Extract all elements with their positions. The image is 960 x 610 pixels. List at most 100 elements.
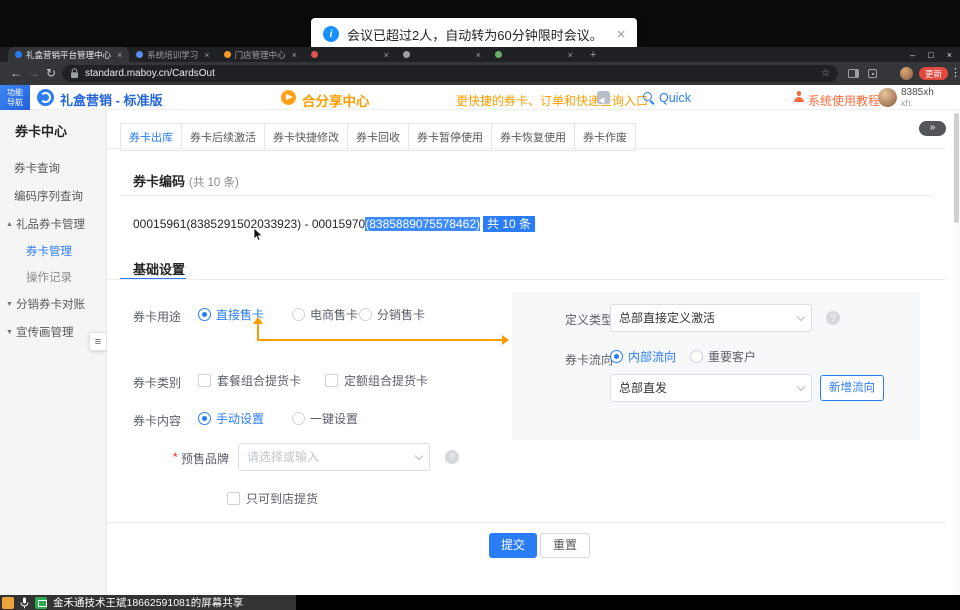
radio-icon [690,350,703,363]
user-avatar[interactable] [878,88,897,107]
checkbox-package-combo-card[interactable]: 套餐组合提货卡 [198,372,301,389]
card-usage-label: 券卡用途 [133,308,181,325]
radio-label: 重要客户 [708,348,756,365]
tab-card-activate[interactable]: 券卡后续激活 [181,123,265,151]
sidebar-item-gift-card-management[interactable]: ▲ 礼品券卡管理 [0,210,106,238]
flow-target-select[interactable]: 总部直发 [610,374,812,402]
sidebar-collapse-toggle[interactable]: ≡ [89,332,107,351]
search-icon[interactable] [643,92,652,101]
radio-icon [198,308,211,321]
radio-manual-setup[interactable]: 手动设置 [198,410,264,427]
tab-close-icon[interactable]: × [292,50,297,60]
browser-update-button[interactable]: 更新 [919,67,948,80]
function-nav-toggle[interactable]: 功能 导航 [0,85,30,110]
side-panel-icon[interactable] [848,69,859,78]
tutorial-link[interactable]: 系统使用教程 [808,92,880,109]
browser-tab-active[interactable]: 礼盒营销平台管理中心 × [8,47,129,62]
radio-icon [610,350,623,363]
tab-card-resume[interactable]: 券卡恢复使用 [491,123,575,151]
tab-card-outbound[interactable]: 券卡出库 [120,123,182,151]
browser-tab-6[interactable]: × [488,47,580,62]
scrollbar-thumb[interactable] [954,113,959,223]
maximize-button[interactable]: □ [928,50,933,60]
microphone-icon[interactable] [20,597,29,609]
new-tab-button[interactable]: + [580,47,606,62]
flow-settings-panel: 定义类型 总部直接定义激活 ? 券卡流向 内部流向 重要客户 总部直发 新增流向 [512,292,920,440]
connector-arrow-up [253,317,263,324]
tab-close-icon[interactable]: × [384,50,389,60]
checkbox-store-pickup-only[interactable]: 只可到店提货 [227,490,318,507]
quick-search-link[interactable]: Quick [659,91,691,105]
help-icon[interactable]: ? [445,450,459,464]
screen-share-icon [35,597,47,609]
panel-collapse-button[interactable]: » [919,121,946,136]
bookmark-star-icon[interactable]: ☆ [821,68,830,79]
share-user-avatar [2,597,14,609]
pointer-icon[interactable] [597,91,610,104]
definition-type-select[interactable]: 总部直接定义激活 [610,304,812,332]
sidebar-item-card-query[interactable]: 券卡查询 [0,154,106,182]
browser-tab-4[interactable]: × [304,47,396,62]
reset-button[interactable]: 重置 [540,533,590,558]
toast-close-icon[interactable]: × [617,26,626,43]
submit-button[interactable]: 提交 [489,533,537,558]
tab-basic-settings[interactable]: 基础设置 [133,259,185,278]
share-center-link[interactable]: 合分享中心 [302,90,370,110]
checkbox-label: 套餐组合提货卡 [217,372,301,389]
tab-title: 礼盒营销平台管理中心 [26,49,111,61]
settings-divider [107,279,946,280]
add-flow-button[interactable]: 新增流向 [820,375,884,401]
tab-card-quick-edit[interactable]: 券卡快捷修改 [264,123,348,151]
tab-card-suspend[interactable]: 券卡暂停使用 [408,123,492,151]
sidebar-subitem-label: 操作记录 [26,269,72,285]
presale-brand-select[interactable]: 请选择或输入 [238,443,430,471]
help-icon[interactable]: ? [826,311,840,325]
radio-label: 手动设置 [216,410,264,427]
browser-tab-5[interactable]: × [396,47,488,62]
sidebar-subitem-operation-log[interactable]: 操作记录 [0,264,106,290]
tab-close-icon[interactable]: × [117,50,122,60]
radio-distribution-sale[interactable]: 分销售卡 [359,306,425,323]
address-bar[interactable]: standard.maboy.cn/CardsOut ☆ [62,65,838,82]
browser-toolbar: ← → ↻ standard.maboy.cn/CardsOut ☆ 更新 ⋮ [0,62,960,85]
tab-card-recycle[interactable]: 券卡回收 [347,123,409,151]
tab-favicon [15,51,22,58]
minimize-button[interactable]: – [910,50,915,60]
browser-tab-2[interactable]: 系统培训学习 × [129,47,216,62]
nav-toggle-line1: 功能 [7,88,23,98]
tab-close-icon[interactable]: × [204,50,209,60]
app-header: 功能 导航 礼盒营销 - 标准版 合分享中心 更快捷的券卡、订单和快递查询入口 … [0,85,960,110]
tab-favicon [136,51,143,58]
chevron-down-icon [797,313,805,321]
tabs-divider [107,148,946,149]
sidebar-title: 券卡中心 [0,110,106,154]
radio-ecommerce-sale[interactable]: 电商售卡 [292,306,358,323]
tab-card-void[interactable]: 券卡作废 [574,123,636,151]
content-tabs: 券卡出库 券卡后续激活 券卡快捷修改 券卡回收 券卡暂停使用 券卡恢复使用 券卡… [120,123,636,151]
toast-message: 会议已超过2人，自动转为60分钟限时会议。 [347,25,603,44]
reload-icon[interactable]: ↻ [46,66,56,80]
info-icon: i [323,26,339,42]
browser-profile-avatar[interactable] [900,67,913,80]
window-close-button[interactable]: × [947,50,952,60]
tab-close-icon[interactable]: × [568,50,573,60]
radio-one-click-setup[interactable]: 一键设置 [292,410,358,427]
forward-icon[interactable]: → [28,66,40,80]
checkbox-label: 定额组合提货卡 [344,372,428,389]
sidebar-item-code-sequence-query[interactable]: 编码序列查询 [0,182,106,210]
code-count-badge: 共 10 条 [483,216,535,232]
promo-link[interactable]: 更快捷的券卡、订单和快递查询入口 [456,92,648,109]
radio-key-customer[interactable]: 重要客户 [690,348,756,365]
radio-internal-flow[interactable]: 内部流向 [610,348,676,365]
sidebar-item-distribution-reconcile[interactable]: ▼ 分销券卡对账 [0,290,106,318]
checkbox-fixed-combo-card[interactable]: 定额组合提货卡 [325,372,428,389]
sidebar-subitem-card-management[interactable]: 券卡管理 [0,238,106,264]
brand-title: 礼盒营销 - 标准版 [60,90,163,109]
extensions-icon[interactable] [868,69,877,78]
back-icon[interactable]: ← [10,66,22,80]
tab-favicon [495,51,502,58]
window-controls: – □ × [910,47,952,62]
browser-tab-3[interactable]: 门店管理中心 × [217,47,304,62]
browser-menu-icon[interactable]: ⋮ [950,66,960,79]
tab-close-icon[interactable]: × [476,50,481,60]
